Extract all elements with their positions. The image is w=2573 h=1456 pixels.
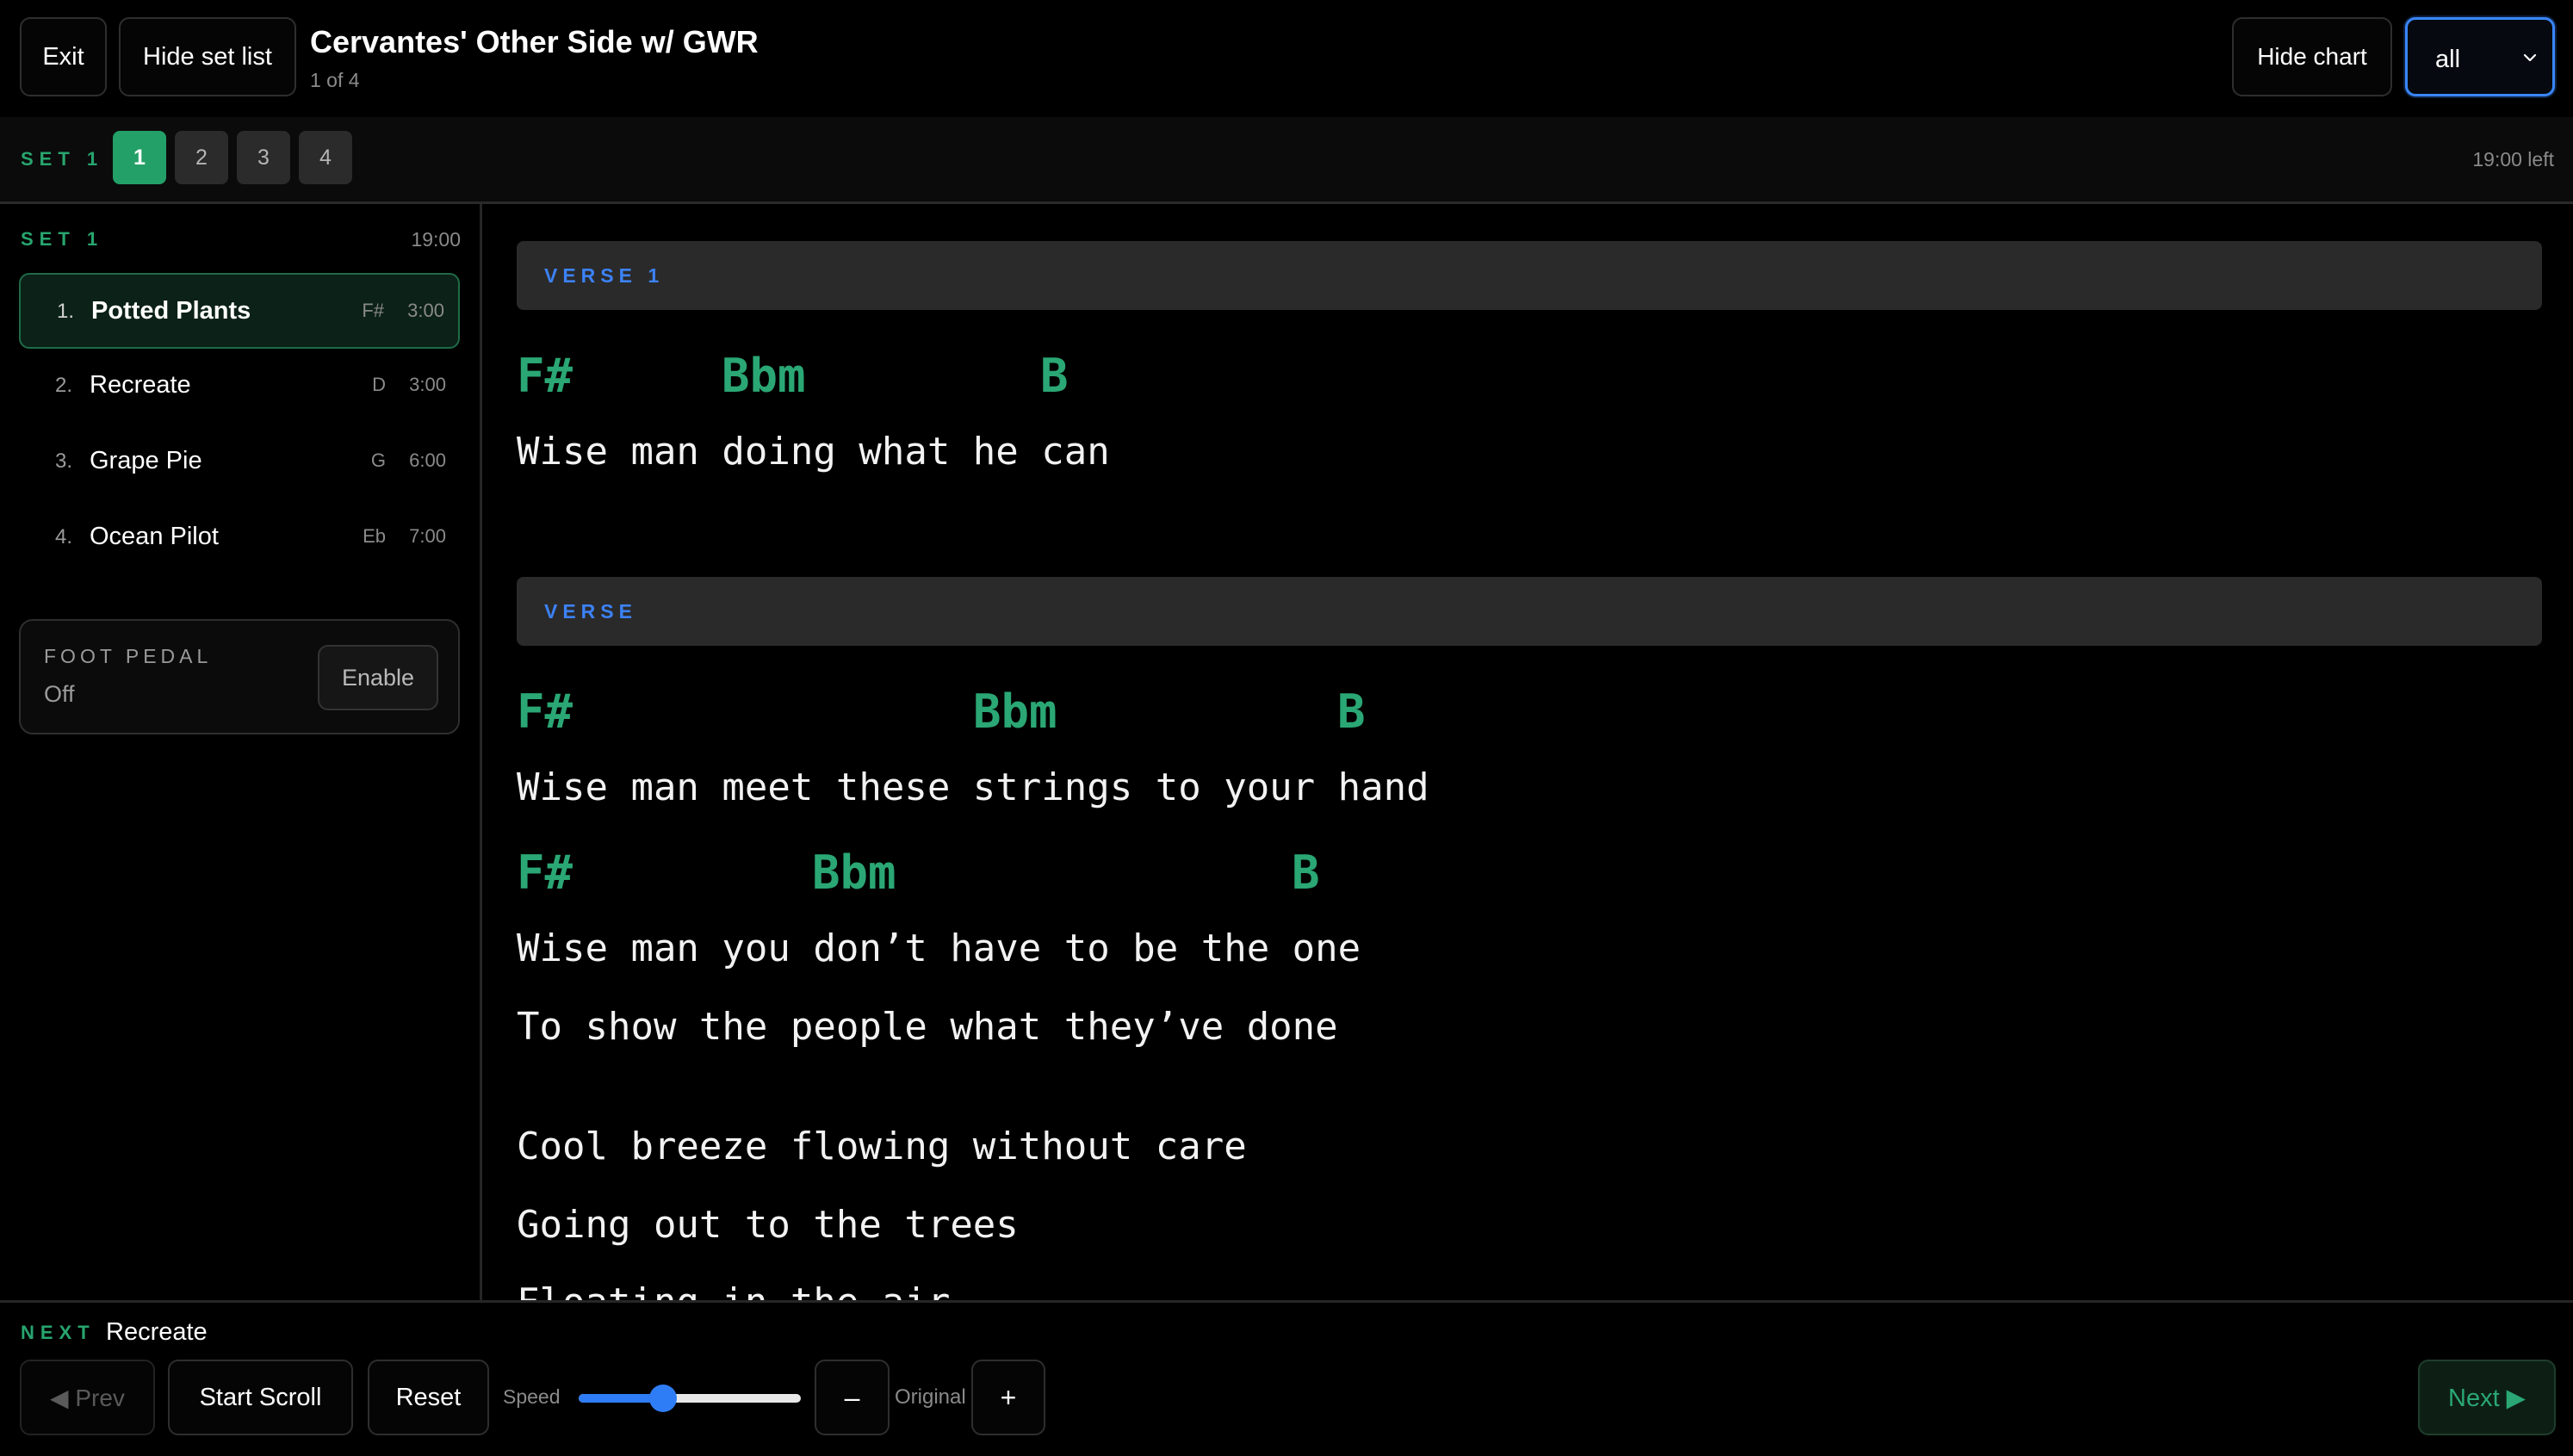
- song-name: Grape Pie: [90, 447, 202, 474]
- next-label: NEXT: [21, 1322, 96, 1343]
- song-name: Recreate: [90, 371, 191, 399]
- song-number: 2.: [55, 374, 73, 397]
- song-item-ocean-pilot[interactable]: 4. Ocean Pilot Eb 7:00: [19, 500, 460, 576]
- foot-pedal-panel: FOOT PEDAL Off Enable: [19, 619, 460, 734]
- chord: Bbm: [722, 349, 806, 403]
- lyric-line: Wise man you don’t have to be the one: [517, 926, 1361, 970]
- song-title: Cervantes' Other Side w/ GWR: [310, 24, 759, 59]
- speed-increase-button[interactable]: +: [971, 1360, 1045, 1435]
- top-bar: Exit Hide set list Cervantes' Other Side…: [0, 0, 2573, 115]
- set-label: SET 1: [21, 148, 104, 170]
- section-select[interactable]: all: [2405, 17, 2555, 96]
- chord-chart[interactable]: VERSE 1 F# Bbm B Wise man doing what he …: [482, 204, 2573, 1300]
- song-duration: 7:00: [409, 525, 446, 547]
- section-title: VERSE: [544, 600, 637, 623]
- foot-pedal-status: Off: [44, 681, 75, 707]
- song-item-recreate[interactable]: 2. Recreate D 3:00: [19, 349, 460, 424]
- bottom-bar: NEXT Recreate ◀ Prev Start Scroll Reset …: [0, 1300, 2573, 1456]
- song-name: Ocean Pilot: [90, 523, 219, 550]
- speed-label: Speed: [503, 1385, 561, 1408]
- chord: F#: [517, 349, 574, 403]
- reset-button[interactable]: Reset: [368, 1360, 489, 1435]
- next-song-name: Recreate: [106, 1318, 208, 1346]
- song-item-grape-pie[interactable]: 3. Grape Pie G 6:00: [19, 424, 460, 500]
- song-key: Eb: [363, 525, 386, 547]
- song-duration: 6:00: [409, 449, 446, 471]
- hide-set-list-button[interactable]: Hide set list: [119, 17, 296, 96]
- next-button[interactable]: Next ▶: [2418, 1360, 2556, 1435]
- sidebar-set-time: 19:00: [411, 228, 461, 251]
- set-tab-2[interactable]: 2: [175, 131, 228, 184]
- speed-slider[interactable]: [579, 1385, 801, 1412]
- set-tab-1[interactable]: 1: [113, 131, 166, 184]
- set-list-sidebar: SET 1 19:00 1. Potted Plants F# 3:00 2. …: [0, 204, 482, 1300]
- speed-slider-thumb[interactable]: [649, 1385, 678, 1412]
- section-header-verse-1: VERSE 1: [517, 241, 2542, 310]
- chord-line: F# Bbm B: [517, 846, 1320, 1117]
- prev-button[interactable]: ◀ Prev: [20, 1360, 155, 1435]
- chord: B: [1040, 349, 1069, 403]
- speed-decrease-button[interactable]: –: [815, 1360, 890, 1435]
- song-key: F#: [362, 300, 384, 321]
- lyric-line: Wise man doing what he can: [517, 430, 1110, 474]
- speed-value-label: Original: [895, 1385, 966, 1409]
- song-key: G: [370, 449, 386, 471]
- foot-pedal-enable-button[interactable]: Enable: [318, 645, 438, 710]
- chord: B: [1292, 846, 1320, 900]
- lyric-line: Wise man meet these strings to your hand: [517, 765, 1429, 809]
- foot-pedal-label: FOOT PEDAL: [44, 645, 213, 667]
- lyric-line: To show the people what they’ve done: [517, 1005, 1338, 1049]
- sidebar-set-label: SET 1: [21, 228, 104, 250]
- set-tab-3[interactable]: 3: [237, 131, 290, 184]
- hide-chart-button[interactable]: Hide chart: [2232, 17, 2392, 96]
- section-select-value: all: [2435, 46, 2461, 73]
- section-title: VERSE 1: [544, 264, 665, 287]
- section-header-verse: VERSE: [517, 577, 2542, 646]
- lyric-line: Going out to the trees: [517, 1203, 1019, 1247]
- chord: Bbm: [973, 685, 1057, 739]
- lyric-line: Floating in the air: [517, 1280, 950, 1300]
- exit-button[interactable]: Exit: [20, 17, 107, 96]
- song-number: 4.: [55, 525, 73, 548]
- set-tab-4[interactable]: 4: [299, 131, 352, 184]
- set-strip: SET 1 1 2 3 4 19:00 left: [0, 117, 2573, 204]
- song-duration: 3:00: [409, 374, 446, 395]
- chord: B: [1337, 685, 1366, 739]
- chord: F#: [517, 846, 574, 900]
- song-name: Potted Plants: [91, 297, 251, 325]
- chord: Bbm: [812, 846, 896, 900]
- song-number: 1.: [57, 300, 75, 323]
- song-key: D: [372, 374, 386, 395]
- chord: F#: [517, 685, 574, 739]
- song-number: 3.: [55, 449, 73, 473]
- start-scroll-button[interactable]: Start Scroll: [168, 1360, 353, 1435]
- chevron-down-icon: [2523, 53, 2537, 62]
- song-item-potted-plants[interactable]: 1. Potted Plants F# 3:00: [19, 273, 460, 349]
- lyric-line: Cool breeze flowing without care: [517, 1125, 1247, 1168]
- song-duration: 3:00: [407, 300, 444, 321]
- song-position: 1 of 4: [310, 69, 360, 91]
- time-left: 19:00 left: [2472, 148, 2554, 170]
